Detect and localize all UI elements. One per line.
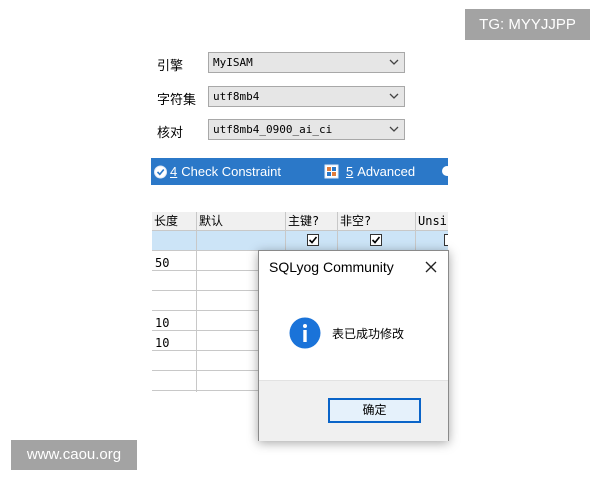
charset-select[interactable]: utf8mb4	[208, 86, 405, 107]
engine-value: MyISAM	[213, 56, 253, 69]
column-header-primary-key[interactable]: 主键?	[286, 212, 338, 231]
column-header-unsigned[interactable]: Unsi	[416, 212, 448, 231]
advanced-icon	[324, 164, 339, 179]
checkmark-icon	[308, 236, 318, 244]
close-icon[interactable]	[424, 260, 438, 274]
engine-select[interactable]: MyISAM	[208, 52, 405, 73]
cell-default[interactable]	[197, 231, 286, 251]
tab-label: Advanced	[357, 164, 416, 179]
tg-watermark: TG: MYYJJPP	[465, 9, 590, 40]
cell-primary-key[interactable]	[286, 231, 338, 251]
tab-number: 4	[170, 164, 178, 179]
tab-check-constraint[interactable]: 4 Check Constraint	[170, 158, 281, 185]
info-icon	[289, 317, 321, 349]
column-header-not-null[interactable]: 非空?	[338, 212, 416, 231]
chevron-down-icon	[389, 93, 399, 99]
charset-label: 字符集	[157, 93, 197, 108]
chevron-down-icon	[389, 59, 399, 65]
next-tab-icon[interactable]	[442, 166, 448, 176]
collation-value: utf8mb4_0900_ai_ci	[213, 123, 333, 136]
cell-length[interactable]	[152, 291, 197, 311]
collation-label: 核对	[157, 126, 184, 141]
dialog-footer: 确定	[259, 380, 448, 441]
dialog-message: 表已成功修改	[332, 327, 405, 341]
ok-button[interactable]: 确定	[328, 398, 421, 423]
tab-number: 5	[346, 164, 354, 179]
charset-value: utf8mb4	[213, 90, 260, 103]
cell-length[interactable]: 50	[152, 251, 197, 271]
tab-advanced[interactable]: 5 Advanced	[346, 158, 415, 185]
dialog-title: SQLyog Community	[269, 259, 394, 275]
collation-select[interactable]: utf8mb4_0900_ai_ci	[208, 119, 405, 140]
column-header-default[interactable]: 默认	[197, 212, 286, 231]
cell-length[interactable]: 10	[152, 311, 197, 331]
tab-bar: 4 Check Constraint 5 Advanced	[151, 158, 448, 185]
unsigned-checkbox[interactable]	[444, 234, 448, 246]
check-constraint-icon	[154, 165, 167, 179]
chevron-down-icon	[389, 126, 399, 132]
cell-length[interactable]	[152, 371, 197, 391]
cell-not-null[interactable]	[338, 231, 416, 251]
cell-length[interactable]	[152, 271, 197, 291]
tab-label: Check Constraint	[181, 164, 281, 179]
not-null-checkbox[interactable]	[370, 234, 382, 246]
checkmark-icon	[371, 236, 381, 244]
engine-label: 引擎	[157, 59, 184, 74]
cell-length[interactable]	[152, 351, 197, 371]
primary-key-checkbox[interactable]	[307, 234, 319, 246]
column-header-length[interactable]: 长度	[152, 212, 197, 231]
cell-unsigned[interactable]	[416, 231, 448, 251]
message-dialog: SQLyog Community 表已成功修改 确定	[258, 250, 449, 441]
cell-length[interactable]	[152, 391, 197, 392]
site-watermark: www.caou.org	[11, 440, 137, 470]
cell-length[interactable]	[152, 231, 197, 251]
cell-length[interactable]: 10	[152, 331, 197, 351]
